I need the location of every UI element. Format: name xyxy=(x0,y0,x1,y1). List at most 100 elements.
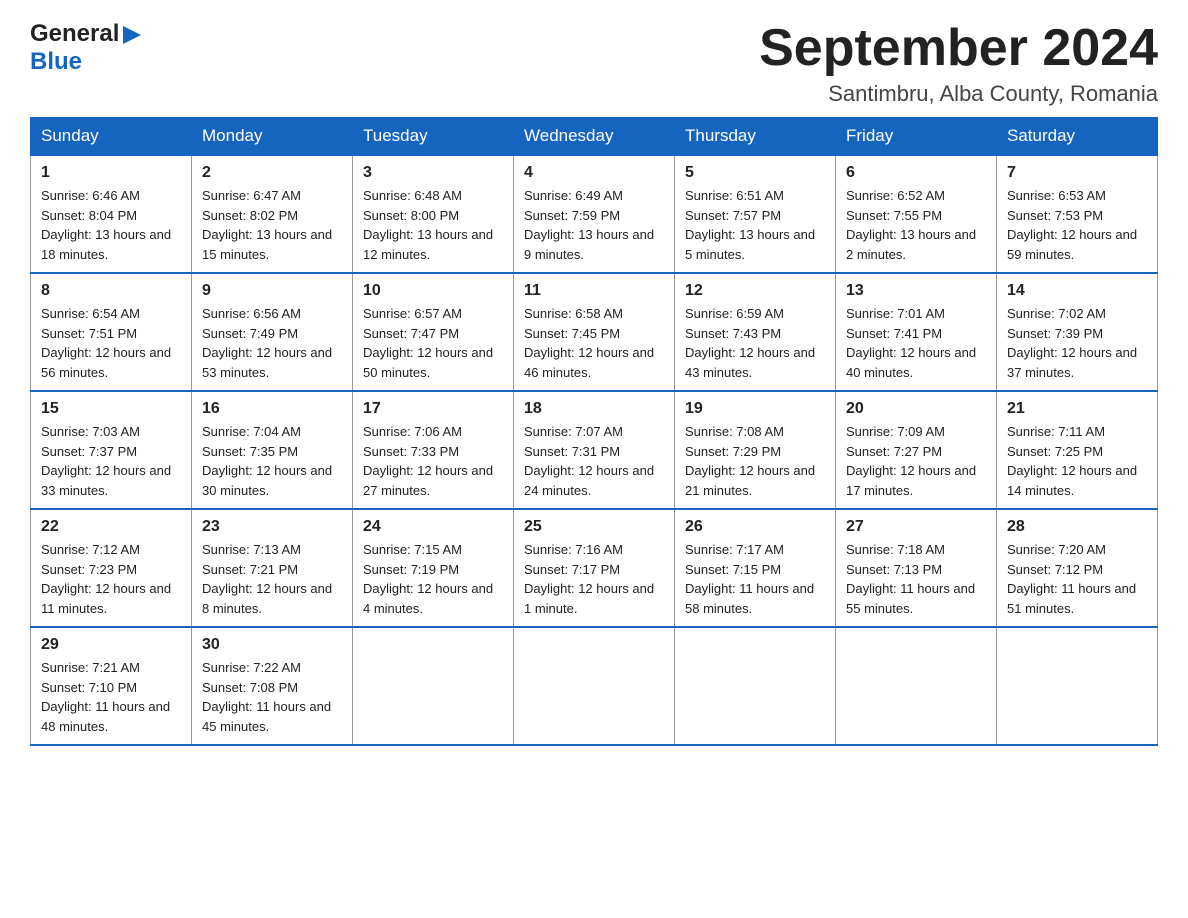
calendar-cell: 16Sunrise: 7:04 AMSunset: 7:35 PMDayligh… xyxy=(192,391,353,509)
day-number: 12 xyxy=(685,282,825,300)
calendar-cell xyxy=(353,627,514,745)
day-number: 20 xyxy=(846,400,986,418)
calendar-cell: 10 Sunrise: 6:57 AMSunset: 7:47 PMDayligh… xyxy=(353,273,514,391)
day-info: Sunrise: 7:13 AMSunset: 7:21 PMDaylight:… xyxy=(202,540,342,618)
month-title: September 2024 xyxy=(759,20,1158,77)
day-number: 11 xyxy=(524,282,664,300)
logo-general-text: General xyxy=(30,20,119,48)
day-number: 10 xyxy=(363,282,503,300)
calendar-cell: 5Sunrise: 6:51 AMSunset: 7:57 PMDaylight… xyxy=(675,155,836,273)
calendar-cell: 13 Sunrise: 7:01 AMSunset: 7:41 PMDayligh… xyxy=(836,273,997,391)
title-area: September 2024 Santimbru, Alba County, R… xyxy=(759,20,1158,107)
location-title: Santimbru, Alba County, Romania xyxy=(759,81,1158,107)
calendar-cell: 26Sunrise: 7:17 AMSunset: 7:15 PMDayligh… xyxy=(675,509,836,627)
day-number: 22 xyxy=(41,518,181,536)
day-info: Sunrise: 7:21 AMSunset: 7:10 PMDaylight:… xyxy=(41,658,181,736)
day-number: 27 xyxy=(846,518,986,536)
calendar-cell: 17 Sunrise: 7:06 AMSunset: 7:33 PMDayligh… xyxy=(353,391,514,509)
day-number: 30 xyxy=(202,636,342,654)
calendar-cell: 6 Sunrise: 6:52 AMSunset: 7:55 PMDaylight… xyxy=(836,155,997,273)
weekday-header-sunday: Sunday xyxy=(31,118,192,156)
day-number: 23 xyxy=(202,518,342,536)
calendar-cell xyxy=(675,627,836,745)
day-number: 21 xyxy=(1007,400,1147,418)
day-number: 14 xyxy=(1007,282,1147,300)
day-number: 28 xyxy=(1007,518,1147,536)
day-info: Sunrise: 7:03 AMSunset: 7:37 PMDaylight:… xyxy=(41,422,181,500)
page-header: General Blue September 2024 Santimbru, A… xyxy=(30,20,1158,107)
calendar-cell: 7Sunrise: 6:53 AMSunset: 7:53 PMDaylight… xyxy=(997,155,1158,273)
calendar-table: SundayMondayTuesdayWednesdayThursdayFrid… xyxy=(30,117,1158,746)
day-number: 2 xyxy=(202,164,342,182)
day-number: 13 xyxy=(846,282,986,300)
day-info: Sunrise: 6:59 AMSunset: 7:43 PMDaylight:… xyxy=(685,304,825,382)
day-info: Sunrise: 6:52 AMSunset: 7:55 PMDaylight:… xyxy=(846,186,986,264)
calendar-cell xyxy=(997,627,1158,745)
day-info: Sunrise: 7:01 AMSunset: 7:41 PMDaylight:… xyxy=(846,304,986,382)
calendar-cell: 22 Sunrise: 7:12 AMSunset: 7:23 PMDayligh… xyxy=(31,509,192,627)
day-number: 24 xyxy=(363,518,503,536)
day-info: Sunrise: 7:18 AMSunset: 7:13 PMDaylight:… xyxy=(846,540,986,618)
calendar-cell xyxy=(836,627,997,745)
calendar-cell: 28 Sunrise: 7:20 AMSunset: 7:12 PMDayligh… xyxy=(997,509,1158,627)
weekday-header-wednesday: Wednesday xyxy=(514,118,675,156)
day-info: Sunrise: 6:48 AMSunset: 8:00 PMDaylight:… xyxy=(363,186,503,264)
calendar-cell: 9 Sunrise: 6:56 AMSunset: 7:49 PMDaylight… xyxy=(192,273,353,391)
day-number: 1 xyxy=(41,164,181,182)
calendar-cell: 27 Sunrise: 7:18 AMSunset: 7:13 PMDayligh… xyxy=(836,509,997,627)
day-number: 17 xyxy=(363,400,503,418)
day-number: 19 xyxy=(685,400,825,418)
calendar-cell: 29 Sunrise: 7:21 AMSunset: 7:10 PMDayligh… xyxy=(31,627,192,745)
day-number: 6 xyxy=(846,164,986,182)
weekday-header-thursday: Thursday xyxy=(675,118,836,156)
day-info: Sunrise: 6:49 AMSunset: 7:59 PMDaylight:… xyxy=(524,186,664,264)
calendar-week-row: 1 Sunrise: 6:46 AMSunset: 8:04 PMDaylight… xyxy=(31,155,1158,273)
day-info: Sunrise: 6:58 AMSunset: 7:45 PMDaylight:… xyxy=(524,304,664,382)
day-info: Sunrise: 7:20 AMSunset: 7:12 PMDaylight:… xyxy=(1007,540,1147,618)
calendar-cell: 2 Sunrise: 6:47 AMSunset: 8:02 PMDaylight… xyxy=(192,155,353,273)
day-info: Sunrise: 6:46 AMSunset: 8:04 PMDaylight:… xyxy=(41,186,181,264)
calendar-cell: 14 Sunrise: 7:02 AMSunset: 7:39 PMDayligh… xyxy=(997,273,1158,391)
day-info: Sunrise: 7:16 AMSunset: 7:17 PMDaylight:… xyxy=(524,540,664,618)
calendar-cell: 25 Sunrise: 7:16 AMSunset: 7:17 PMDayligh… xyxy=(514,509,675,627)
day-number: 3 xyxy=(363,164,503,182)
day-info: Sunrise: 6:47 AMSunset: 8:02 PMDaylight:… xyxy=(202,186,342,264)
calendar-week-row: 15 Sunrise: 7:03 AMSunset: 7:37 PMDayligh… xyxy=(31,391,1158,509)
day-number: 9 xyxy=(202,282,342,300)
calendar-cell: 20Sunrise: 7:09 AMSunset: 7:27 PMDayligh… xyxy=(836,391,997,509)
day-info: Sunrise: 6:57 AMSunset: 7:47 PMDaylight:… xyxy=(363,304,503,382)
logo-triangle-icon xyxy=(121,24,143,46)
weekday-header-tuesday: Tuesday xyxy=(353,118,514,156)
day-info: Sunrise: 7:12 AMSunset: 7:23 PMDaylight:… xyxy=(41,540,181,618)
calendar-cell: 4Sunrise: 6:49 AMSunset: 7:59 PMDaylight… xyxy=(514,155,675,273)
day-info: Sunrise: 7:11 AMSunset: 7:25 PMDaylight:… xyxy=(1007,422,1147,500)
weekday-header-monday: Monday xyxy=(192,118,353,156)
day-info: Sunrise: 6:51 AMSunset: 7:57 PMDaylight:… xyxy=(685,186,825,264)
calendar-week-row: 22 Sunrise: 7:12 AMSunset: 7:23 PMDayligh… xyxy=(31,509,1158,627)
day-info: Sunrise: 7:02 AMSunset: 7:39 PMDaylight:… xyxy=(1007,304,1147,382)
day-info: Sunrise: 6:53 AMSunset: 7:53 PMDaylight:… xyxy=(1007,186,1147,264)
day-number: 26 xyxy=(685,518,825,536)
day-number: 25 xyxy=(524,518,664,536)
calendar-cell: 15 Sunrise: 7:03 AMSunset: 7:37 PMDayligh… xyxy=(31,391,192,509)
day-info: Sunrise: 7:06 AMSunset: 7:33 PMDaylight:… xyxy=(363,422,503,500)
calendar-week-row: 29 Sunrise: 7:21 AMSunset: 7:10 PMDayligh… xyxy=(31,627,1158,745)
calendar-cell: 23 Sunrise: 7:13 AMSunset: 7:21 PMDayligh… xyxy=(192,509,353,627)
day-number: 29 xyxy=(41,636,181,654)
day-info: Sunrise: 7:04 AMSunset: 7:35 PMDaylight:… xyxy=(202,422,342,500)
calendar-cell: 11 Sunrise: 6:58 AMSunset: 7:45 PMDayligh… xyxy=(514,273,675,391)
day-info: Sunrise: 7:22 AMSunset: 7:08 PMDaylight:… xyxy=(202,658,342,736)
day-number: 15 xyxy=(41,400,181,418)
weekday-header-saturday: Saturday xyxy=(997,118,1158,156)
weekday-header-friday: Friday xyxy=(836,118,997,156)
day-info: Sunrise: 7:08 AMSunset: 7:29 PMDaylight:… xyxy=(685,422,825,500)
logo-blue-text: Blue xyxy=(30,48,82,76)
calendar-cell xyxy=(514,627,675,745)
calendar-cell: 18Sunrise: 7:07 AMSunset: 7:31 PMDayligh… xyxy=(514,391,675,509)
day-number: 18 xyxy=(524,400,664,418)
calendar-cell: 21 Sunrise: 7:11 AMSunset: 7:25 PMDayligh… xyxy=(997,391,1158,509)
calendar-cell: 24Sunrise: 7:15 AMSunset: 7:19 PMDayligh… xyxy=(353,509,514,627)
day-info: Sunrise: 6:56 AMSunset: 7:49 PMDaylight:… xyxy=(202,304,342,382)
weekday-header-row: SundayMondayTuesdayWednesdayThursdayFrid… xyxy=(31,118,1158,156)
calendar-week-row: 8Sunrise: 6:54 AMSunset: 7:51 PMDaylight… xyxy=(31,273,1158,391)
